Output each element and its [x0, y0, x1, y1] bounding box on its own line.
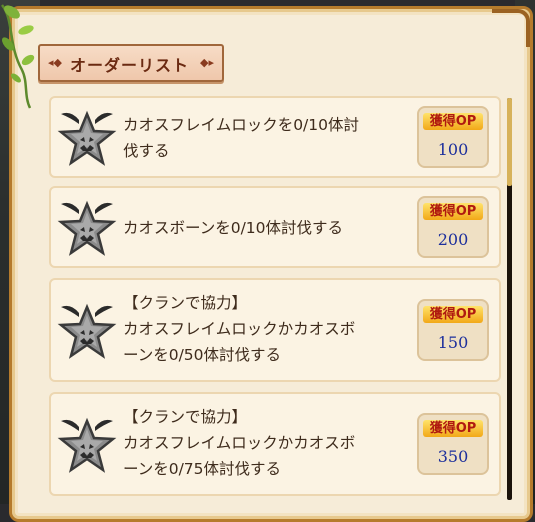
title-ornament-right: ◆▸	[200, 56, 214, 69]
op-reward-box: 獲得OP 100	[417, 106, 489, 168]
op-reward-box: 獲得OP 350	[417, 413, 489, 475]
order-text-line: カオスフレイムロックかカオスボ	[123, 320, 356, 338]
star-badge-icon	[57, 417, 117, 473]
order-text-line: 【クランで協力】	[123, 294, 248, 312]
op-label: 獲得OP	[423, 420, 483, 437]
panel-corner-ornament	[492, 9, 530, 47]
order-item[interactable]: カオスボーンを0/10体討伐する 獲得OP 200	[49, 186, 501, 268]
star-badge-icon	[57, 303, 117, 359]
order-description: カオスボーンを0/10体討伐する	[123, 215, 407, 241]
title-tab: ◂◆ オーダーリスト ◆▸	[38, 44, 224, 82]
order-text-line: カオスフレイムロックを0/10体討	[123, 116, 359, 134]
order-text-line: カオスボーンを0/10体討伐する	[123, 219, 344, 237]
title-ornament-left: ◂◆	[48, 56, 62, 69]
op-reward-box: 獲得OP 150	[417, 299, 489, 361]
op-value: 200	[437, 230, 469, 249]
op-label: 獲得OP	[423, 113, 483, 130]
scrollbar-thumb[interactable]	[507, 98, 512, 186]
order-text-line: カオスフレイムロックかカオスボ	[123, 434, 356, 452]
order-item[interactable]: 【クランで協力】 カオスフレイムロックかカオスボ ーンを0/75体討伐する 獲得…	[49, 392, 501, 496]
op-label: 獲得OP	[423, 203, 483, 220]
op-value: 350	[437, 447, 469, 466]
order-text-line: ーンを0/50体討伐する	[123, 346, 282, 364]
scrollbar[interactable]	[507, 98, 512, 500]
order-item[interactable]: カオスフレイムロックを0/10体討 伐する 獲得OP 100	[49, 96, 501, 178]
order-description: 【クランで協力】 カオスフレイムロックかカオスボ ーンを0/75体討伐する	[123, 404, 407, 482]
order-text-line: 伐する	[123, 142, 170, 160]
order-text-line: ーンを0/75体討伐する	[123, 460, 282, 478]
order-item[interactable]: 【クランで協力】 カオスフレイムロックかカオスボ ーンを0/50体討伐する 獲得…	[49, 278, 501, 382]
page-title: オーダーリスト	[70, 56, 190, 75]
op-value: 100	[437, 140, 469, 159]
op-label: 獲得OP	[423, 306, 483, 323]
order-description: カオスフレイムロックを0/10体討 伐する	[123, 112, 407, 164]
op-reward-box: 獲得OP 200	[417, 196, 489, 258]
star-badge-icon	[57, 110, 117, 166]
op-value: 150	[437, 333, 469, 352]
star-badge-icon	[57, 200, 117, 256]
order-text-line: 【クランで協力】	[123, 408, 248, 426]
order-description: 【クランで協力】 カオスフレイムロックかカオスボ ーンを0/50体討伐する	[123, 290, 407, 368]
